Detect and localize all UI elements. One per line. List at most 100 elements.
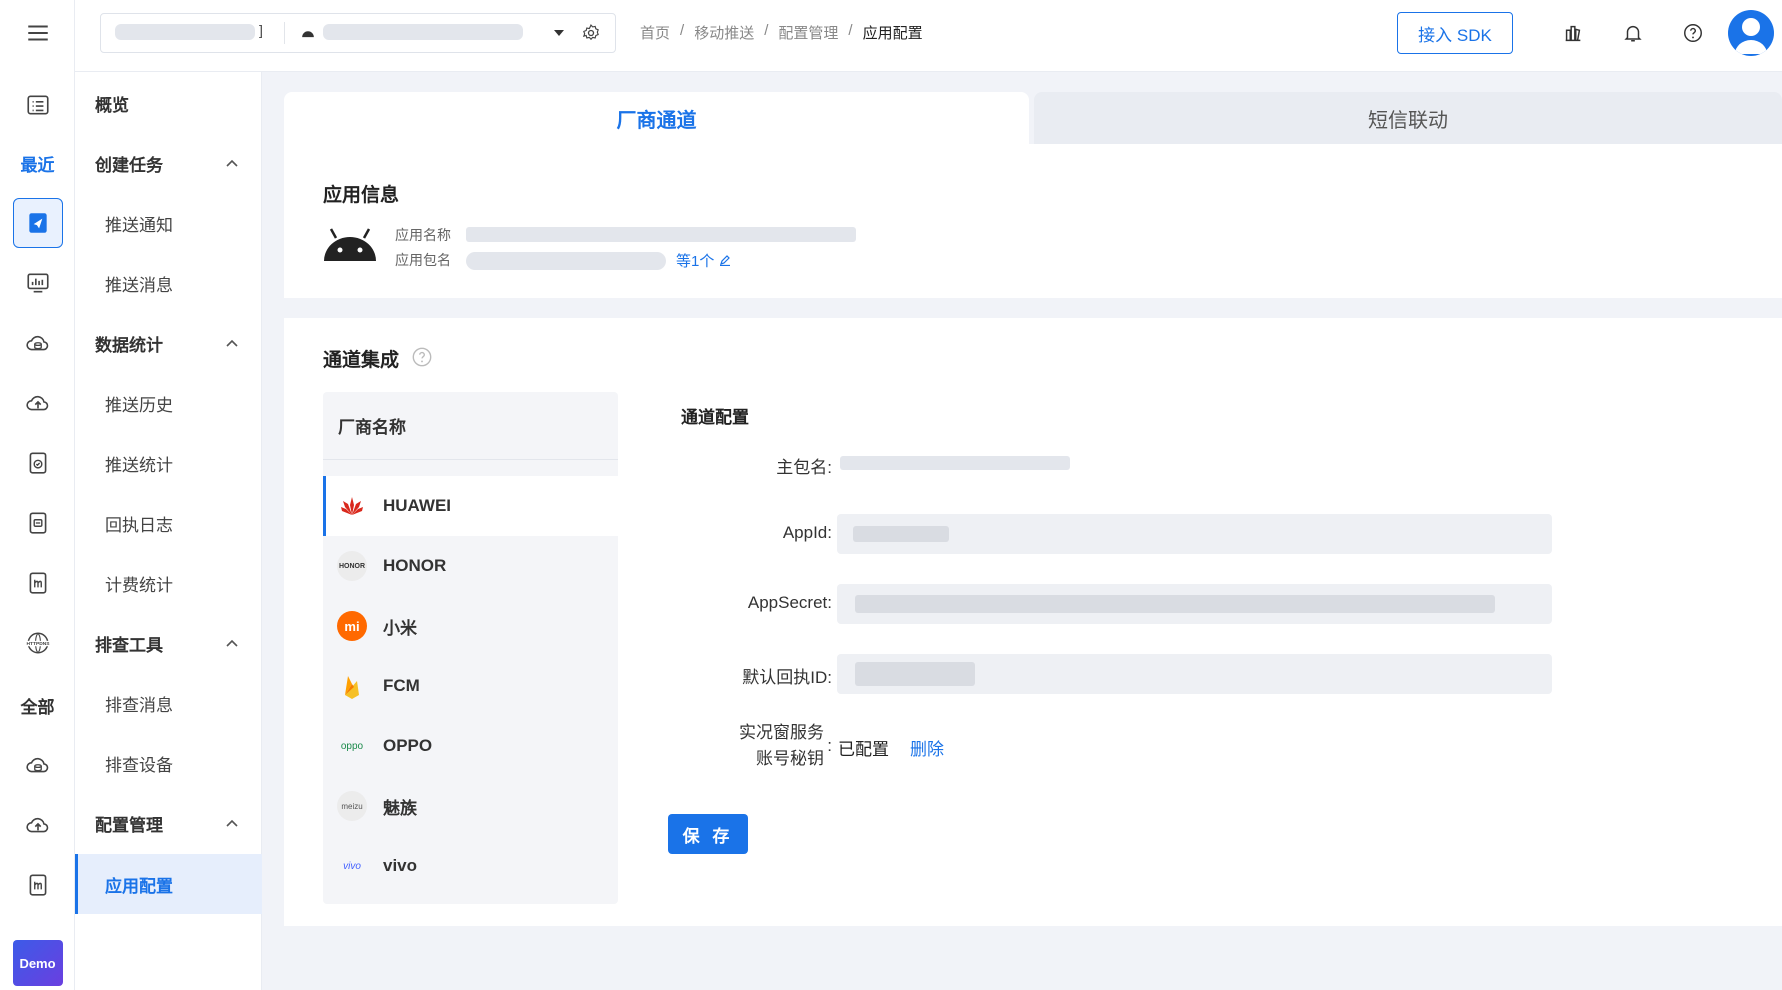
vendor-name: 小米 [383, 618, 417, 638]
chevron-up-icon [226, 339, 238, 347]
field-colon: : [827, 458, 832, 477]
vendor-item-meizu[interactable]: meizu 魅族 [323, 776, 618, 836]
field-label: 默认回执ID [742, 668, 828, 687]
sidebar-item-push-stats[interactable]: 推送统计 [75, 438, 262, 488]
question-circle-icon [1684, 24, 1702, 42]
rail-recent-label: 最近 [20, 155, 55, 175]
app-selector[interactable]: ] [100, 13, 616, 53]
rail-recent[interactable]: 最近 [0, 138, 75, 188]
help-button[interactable] [1680, 20, 1706, 46]
https-dns-icon: HTTPDNS [26, 632, 50, 654]
rail-overview[interactable] [0, 80, 75, 130]
breadcrumb-config[interactable]: 配置管理 [778, 22, 838, 43]
menu-toggle-button[interactable] [0, 8, 75, 58]
rail-receipt[interactable] [0, 498, 75, 548]
rail-upload-2[interactable] [0, 800, 75, 850]
receipt-id-input[interactable] [837, 654, 1552, 694]
rail-upload[interactable] [0, 378, 75, 428]
vendor-item-honor[interactable]: HONOR HONOR [323, 536, 618, 596]
app-info-card [284, 144, 1782, 298]
picker-divider [284, 22, 285, 44]
notifications-button[interactable] [1620, 20, 1646, 46]
redacted-app-name [323, 24, 523, 40]
sidebar-item-label: 推送历史 [105, 395, 173, 415]
save-button[interactable]: 保 存 [668, 814, 748, 854]
sidebar-item-billing-stats[interactable]: 计费统计 [75, 558, 262, 608]
rail-all[interactable]: 全部 [0, 680, 75, 730]
send-icon [28, 213, 47, 233]
sidebar-group-create-task[interactable]: 创建任务 [75, 138, 262, 188]
tab-sms-linkage[interactable]: 短信联动 [1034, 92, 1782, 144]
rail-push[interactable] [0, 198, 75, 248]
sidebar-group-label: 排查工具 [95, 635, 163, 655]
sidebar-group-troubleshoot[interactable]: 排查工具 [75, 618, 262, 668]
rail-cloud-db[interactable] [0, 318, 75, 368]
appid-input[interactable] [837, 514, 1552, 554]
redacted-main-package-value [840, 456, 1070, 470]
vendor-item-fcm[interactable]: FCM [323, 656, 618, 716]
list-doc-icon [26, 95, 49, 115]
sidebar-item-troubleshoot-message[interactable]: 排查消息 [75, 678, 262, 728]
meizu-logo-icon: meizu [337, 791, 367, 821]
breadcrumb-home[interactable]: 首页 [640, 22, 670, 43]
field-colon: : [827, 523, 832, 542]
rail-cloud-db-2[interactable] [0, 740, 75, 790]
sidebar-item-overview[interactable]: 概览 [75, 78, 262, 128]
rail-check[interactable] [0, 438, 75, 488]
rail-billing[interactable] [0, 558, 75, 608]
top-bar: ] 首页 / 移动推送 / 配置管理 / 应用配置 接入 SDK [75, 0, 1782, 72]
svg-text:HTTPDNS: HTTPDNS [26, 641, 50, 647]
live-window-label: 实况窗服务 账号秘钥 : [700, 720, 832, 772]
rail-push-active [12, 198, 63, 248]
sidebar-item-push-message[interactable]: 推送消息 [75, 258, 262, 308]
vendor-name: vivo [383, 856, 418, 875]
field-label: AppId [782, 523, 828, 542]
rail-billing-2[interactable] [0, 860, 75, 910]
sidebar-item-troubleshoot-device[interactable]: 排查设备 [75, 738, 262, 788]
sidebar-item-app-config[interactable]: 应用配置 [75, 854, 262, 914]
field-label-line1: 实况窗服务 [739, 723, 824, 742]
channel-title: 通道集成 [323, 350, 400, 371]
receipt-icon [29, 512, 46, 534]
sidebar-item-label: 排查消息 [105, 695, 173, 715]
access-sdk-button[interactable]: 接入 SDK [1397, 12, 1513, 54]
fcm-logo-icon [337, 671, 367, 701]
edit-pencil-icon[interactable] [719, 254, 731, 267]
package-more-link[interactable]: 等1个 [676, 250, 731, 271]
vendor-name: HUAWEI [383, 496, 451, 515]
field-label-line2: 账号秘钥 [756, 749, 824, 768]
huawei-logo-icon [337, 491, 367, 521]
sidebar-item-receipt-log[interactable]: 回执日志 [75, 498, 262, 548]
sidebar-group-config[interactable]: 配置管理 [75, 798, 262, 848]
sidebar-group-data-stats[interactable]: 数据统计 [75, 318, 262, 368]
appsecret-input[interactable] [837, 584, 1552, 624]
sidebar-item-push-history[interactable]: 推送历史 [75, 378, 262, 428]
rail-demo[interactable]: Demo [0, 938, 75, 988]
vendor-item-xiaomi[interactable]: mi 小米 [323, 596, 618, 656]
redacted-appid-value [853, 526, 949, 542]
docs-button[interactable] [1560, 20, 1586, 46]
delete-link[interactable]: 删除 [910, 735, 944, 760]
help-circle-icon[interactable] [411, 346, 433, 368]
breadcrumb-mobile-push[interactable]: 移动推送 [694, 22, 754, 43]
caret-down-icon[interactable] [553, 28, 565, 38]
oppo-logo-icon: oppo [340, 740, 364, 752]
sidebar-group-label: 数据统计 [95, 335, 163, 355]
rail-stats[interactable] [0, 258, 75, 308]
vendor-list: 厂商名称 HUAWEI HONOR HONOR mi 小米 FCM oppo O… [323, 392, 618, 904]
redacted-receipt-id-value [855, 662, 975, 686]
cloud-upload-icon [25, 395, 48, 411]
rail-https[interactable]: HTTPDNS [0, 618, 75, 668]
appid-label: AppId: [740, 523, 832, 543]
vendor-item-vivo[interactable]: vivo vivo [323, 836, 618, 896]
vendor-name: OPPO [383, 736, 433, 755]
vendor-item-huawei[interactable]: HUAWEI [323, 476, 618, 536]
tab-vendor-channel[interactable]: 厂商通道 [284, 92, 1029, 144]
main-package-label: 主包名: [740, 453, 832, 478]
gear-icon[interactable] [581, 23, 601, 43]
user-avatar[interactable] [1728, 10, 1774, 56]
vendor-name: 魅族 [383, 798, 417, 818]
vendor-item-oppo[interactable]: oppo OPPO [323, 716, 618, 776]
sidebar-item-push-notification[interactable]: 推送通知 [75, 198, 262, 248]
app-package-label: 应用包名 [395, 252, 451, 268]
